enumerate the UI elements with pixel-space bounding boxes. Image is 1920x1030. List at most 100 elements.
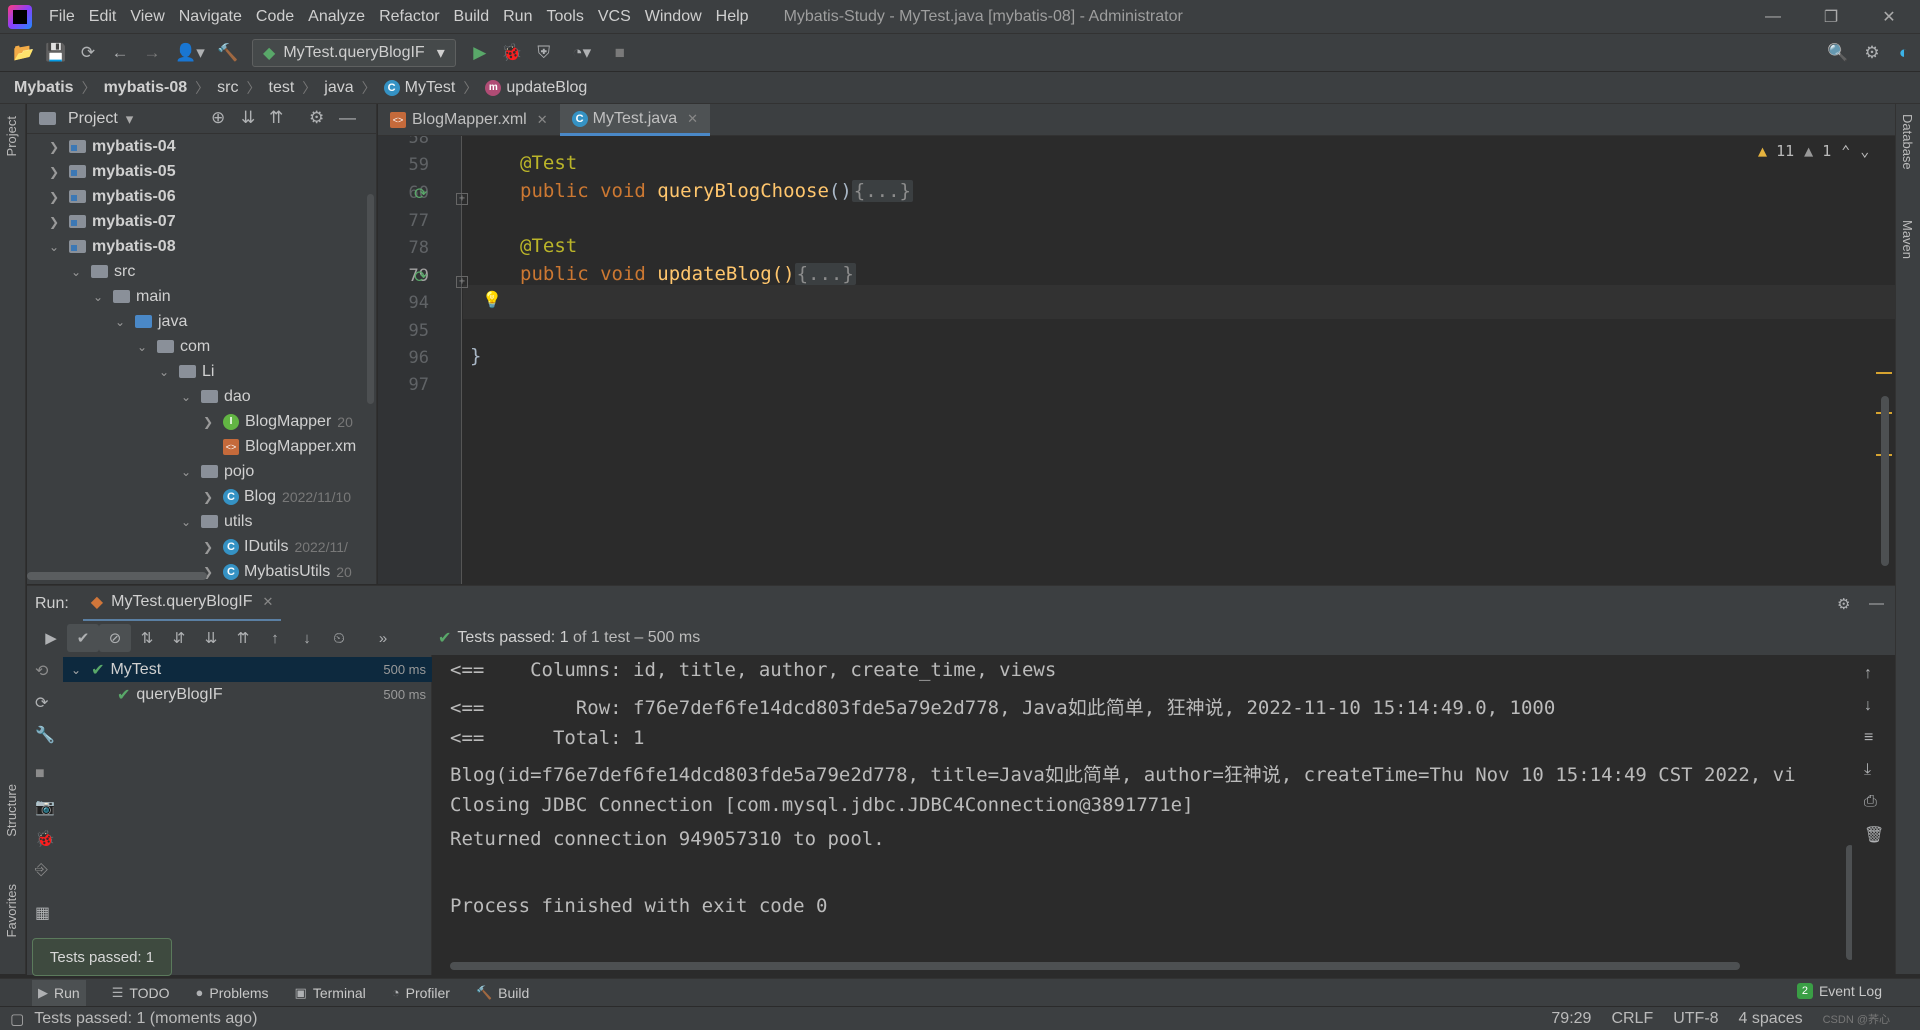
chevron-right-icon[interactable]: ❯: [47, 140, 61, 154]
forward-icon[interactable]: →: [136, 38, 168, 68]
structure-tool-button[interactable]: Structure: [4, 784, 19, 837]
crumb-mybatis[interactable]: Mybatis: [14, 79, 74, 97]
code-editor[interactable]: 58 59 60 77 78 79 94 95 96 97 ⟳ ⟳ + + 💡 …: [378, 136, 1895, 584]
tree-item-idutils[interactable]: ❯ C IDutils 2022/11/: [27, 534, 376, 559]
bug-icon[interactable]: 🐞: [35, 829, 55, 849]
close-tab-icon[interactable]: ✕: [537, 112, 548, 128]
toolbox-icon[interactable]: ◐: [1888, 38, 1920, 68]
run-tab-mytest-queryblogif[interactable]: ◆ MyTest.queryBlogIF ✕: [82, 586, 282, 622]
menu-code[interactable]: Code: [249, 0, 301, 34]
fold-toggle-icon[interactable]: +: [456, 276, 468, 288]
run-tool-button[interactable]: ▶ Run: [32, 979, 86, 1006]
run-test-icon[interactable]: ⟳: [414, 267, 427, 286]
chevron-right-icon[interactable]: ❯: [47, 190, 61, 204]
tree-item-mybatis-04[interactable]: ❯ mybatis-04: [27, 134, 376, 159]
profile-icon[interactable]: ◔▾: [560, 38, 604, 68]
tab-mytest-java[interactable]: C MyTest.java ✕: [559, 104, 710, 136]
layout-toggle-icon[interactable]: ▢: [10, 1010, 24, 1028]
arrow-down-icon[interactable]: ↓: [1864, 697, 1872, 715]
menu-run[interactable]: Run: [496, 0, 539, 34]
run-configuration-select[interactable]: ◆ MyTest.queryBlogIF ▾: [252, 38, 456, 67]
settings-icon[interactable]: ⚙: [1856, 38, 1888, 68]
sync-icon[interactable]: ⟳: [72, 38, 104, 68]
fold-toggle-icon[interactable]: +: [456, 193, 468, 205]
wrench-icon[interactable]: 🔧: [35, 725, 55, 745]
expand-all-icon[interactable]: ⇊: [195, 624, 227, 652]
export-icon[interactable]: ⎆: [35, 861, 48, 879]
chevron-down-icon[interactable]: ⌄: [179, 515, 193, 529]
crumb-src[interactable]: src: [217, 79, 238, 97]
build-tool-button[interactable]: 🔨 Build: [476, 985, 529, 1001]
stop-icon[interactable]: ■: [35, 765, 45, 783]
coverage-icon[interactable]: ⛨: [528, 38, 560, 68]
warning-stripe-marker[interactable]: [1876, 372, 1892, 374]
next-failed-icon[interactable]: ↓: [291, 624, 323, 652]
chevron-down-icon[interactable]: ⌄: [69, 265, 83, 279]
trash-icon[interactable]: 🗑: [1864, 825, 1884, 845]
intention-bulb-icon[interactable]: 💡: [482, 290, 502, 309]
menu-view[interactable]: View: [123, 0, 171, 34]
database-tool-button[interactable]: Database: [1900, 114, 1915, 170]
caret-position[interactable]: 79:29: [1551, 1010, 1591, 1028]
crumb-mybatis-08[interactable]: mybatis-08: [104, 79, 188, 97]
chevron-down-icon[interactable]: ⌄: [157, 365, 171, 379]
toggle-auto-test-icon[interactable]: ⟳: [35, 693, 48, 713]
expand-all-icon[interactable]: ⇊: [241, 108, 255, 128]
locate-icon[interactable]: ⊕: [211, 108, 225, 128]
crumb-updateblog[interactable]: updateBlog: [506, 79, 587, 97]
menu-refactor[interactable]: Refactor: [372, 0, 446, 34]
console-horizontal-scrollbar[interactable]: [450, 962, 1740, 970]
menu-analyze[interactable]: Analyze: [301, 0, 372, 34]
tree-item-src[interactable]: ⌄ src: [27, 259, 376, 284]
tree-item-mybatis-08[interactable]: ⌄ mybatis-08: [27, 234, 376, 259]
hide-icon[interactable]: —: [1869, 595, 1884, 612]
previous-failed-icon[interactable]: ↑: [259, 624, 291, 652]
menu-navigate[interactable]: Navigate: [172, 0, 249, 34]
chevron-down-icon[interactable]: ▾: [126, 110, 134, 128]
crumb-mytest[interactable]: MyTest: [405, 79, 456, 97]
profiler-tool-button[interactable]: ◔ Profiler: [392, 985, 450, 1001]
indent-setting[interactable]: 4 spaces: [1739, 1010, 1803, 1028]
camera-icon[interactable]: 📷: [35, 797, 55, 817]
maven-tool-button[interactable]: Maven: [1900, 220, 1915, 259]
tree-horizontal-scrollbar[interactable]: [27, 572, 207, 580]
collapse-all-icon[interactable]: ⇈: [269, 108, 283, 128]
tree-item-blog[interactable]: ❯ C Blog 2022/11/10: [27, 484, 376, 509]
chevron-right-icon[interactable]: ❯: [47, 215, 61, 229]
previous-highlight-icon[interactable]: ⌃: [1841, 142, 1850, 160]
inspection-widget[interactable]: ▲ 11 ▲ 1 ⌃ ⌄: [1758, 142, 1869, 160]
run-icon[interactable]: ▶: [464, 38, 496, 68]
open-folder-icon[interactable]: 📂: [8, 38, 40, 68]
terminal-tool-button[interactable]: ▣ Terminal: [295, 985, 366, 1001]
sort-alpha-icon[interactable]: ⇅: [131, 624, 163, 652]
layout-icon[interactable]: ▦: [35, 903, 50, 923]
back-icon[interactable]: ←: [104, 38, 136, 68]
chevron-down-icon[interactable]: ⌄: [179, 465, 193, 479]
todo-tool-button[interactable]: ☰ TODO: [112, 985, 170, 1001]
arrow-up-icon[interactable]: ↑: [1864, 665, 1872, 683]
tree-item-mybatis-07[interactable]: ❯ mybatis-07: [27, 209, 376, 234]
editor-vertical-scrollbar[interactable]: [1881, 396, 1889, 566]
chevron-down-icon[interactable]: ⌄: [91, 290, 105, 304]
chevron-down-icon[interactable]: ⌄: [113, 315, 127, 329]
chevron-down-icon[interactable]: ⌄: [179, 390, 193, 404]
warning-count[interactable]: ▲ 11: [1758, 142, 1794, 160]
menu-file[interactable]: File: [42, 0, 82, 34]
project-tool-button[interactable]: Project: [4, 116, 19, 156]
tree-item-com[interactable]: ⌄ com: [27, 334, 376, 359]
folded-code-block[interactable]: {...}: [794, 263, 856, 285]
scroll-to-end-icon[interactable]: ⤓: [1864, 761, 1871, 779]
history-icon[interactable]: ⏲: [323, 624, 355, 652]
favorites-tool-button[interactable]: Favorites: [4, 884, 19, 937]
console-output[interactable]: <== Columns: id, title, author, create_t…: [432, 655, 1852, 975]
status-message[interactable]: Tests passed: 1 (moments ago): [34, 1010, 257, 1028]
stop-icon[interactable]: ■: [604, 38, 636, 68]
debug-icon[interactable]: 🐞: [496, 38, 528, 68]
chevron-right-icon[interactable]: ❯: [201, 490, 215, 504]
crumb-test[interactable]: test: [269, 79, 295, 97]
menu-window[interactable]: Window: [638, 0, 709, 34]
folded-code-block[interactable]: {...}: [851, 180, 913, 202]
tree-vertical-scrollbar[interactable]: [367, 194, 374, 404]
vcs-user-icon[interactable]: 👤▾: [168, 38, 212, 68]
chevron-down-icon[interactable]: ⌄: [47, 240, 61, 254]
